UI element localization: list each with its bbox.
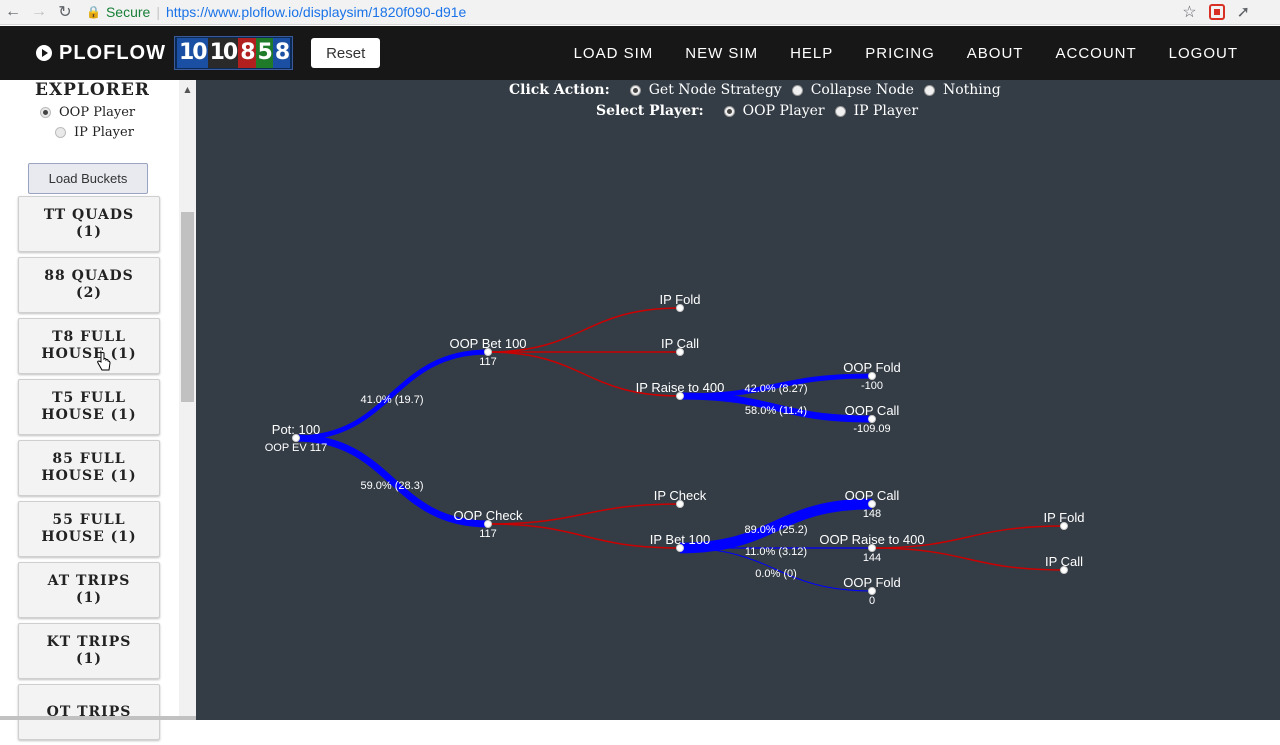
node-label: IP Raise to 400 <box>636 380 725 395</box>
tree-node[interactable]: OOP Fold 0 <box>843 575 901 607</box>
node-label: OOP Check <box>453 508 523 523</box>
menu-load-sim[interactable]: LOAD SIM <box>558 45 670 62</box>
node-value: -100 <box>861 380 883 392</box>
node-value: 117 <box>479 356 497 368</box>
bucket-item[interactable]: T5 FULL HOUSE (1) <box>18 379 160 435</box>
browser-actions: ☆ ➚ <box>1182 2 1250 22</box>
radio-icon[interactable] <box>40 107 51 118</box>
radio-label: OOP Player <box>59 105 136 120</box>
forward-icon[interactable]: → <box>26 0 52 25</box>
edge-frequency-label: 42.0% (8.27) <box>745 383 808 395</box>
bookmark-star-icon[interactable]: ☆ <box>1182 2 1196 22</box>
bucket-item[interactable]: 55 FULL HOUSE (1) <box>18 501 160 557</box>
extension-icon[interactable] <box>1208 4 1225 20</box>
menu-account[interactable]: ACCOUNT <box>1039 45 1152 62</box>
node-label: IP Fold <box>1044 510 1085 525</box>
node-label: OOP Fold <box>843 575 901 590</box>
hand-cursor-icon <box>97 352 111 371</box>
menu-pricing[interactable]: PRICING <box>849 45 951 62</box>
board-card: 10 <box>207 38 239 68</box>
bucket-item[interactable]: AT TRIPS (1) <box>18 562 160 618</box>
node-label: OOP Bet 100 <box>449 336 526 351</box>
tree-viewer: Click Action: Get Node Strategy Collapse… <box>196 80 1280 720</box>
board-card: 10 <box>176 38 208 68</box>
menu-help[interactable]: HELP <box>774 45 849 62</box>
board-card: 8 <box>272 38 290 68</box>
bucket-item[interactable]: TT QUADS (1) <box>18 196 160 252</box>
menu-logout[interactable]: LOGOUT <box>1153 45 1254 62</box>
lock-icon: 🔒 <box>86 5 101 19</box>
node-label: Pot: 100 <box>272 422 320 437</box>
main-menu: LOAD SIM NEW SIM HELP PRICING ABOUT ACCO… <box>558 45 1254 62</box>
bucket-item[interactable]: 85 FULL HOUSE (1) <box>18 440 160 496</box>
node-label: IP Call <box>661 336 699 351</box>
logo-text: PLOFLOW <box>59 41 166 64</box>
ploflow-logo[interactable]: PLOFLOW <box>36 42 166 65</box>
node-value: 0 <box>869 595 875 607</box>
address-separator: | <box>156 4 160 20</box>
explorer-sidebar: EXPLORER OOP Player IP Player Load Bucke… <box>0 80 428 740</box>
sidebar-player-ip[interactable]: IP Player <box>55 125 134 140</box>
secure-label: Secure <box>105 4 151 20</box>
node-value: OOP EV 117 <box>265 442 328 454</box>
extension-arrow-icon[interactable]: ➚ <box>1237 2 1250 22</box>
menu-about[interactable]: ABOUT <box>951 45 1040 62</box>
menu-new-sim[interactable]: NEW SIM <box>669 45 774 62</box>
explorer-title: EXPLORER <box>35 80 150 100</box>
browser-toolbar: ← → ↻ 🔒 Secure | https://www.ploflow.io/… <box>0 0 1280 25</box>
node-label: OOP Call <box>845 403 900 418</box>
bucket-item[interactable]: KT TRIPS (1) <box>18 623 160 679</box>
url-text: https://www.ploflow.io/displaysim/1820f0… <box>165 4 467 20</box>
radio-label: IP Player <box>74 125 134 140</box>
node-value: 117 <box>479 528 497 540</box>
edge-frequency-label: 59.0% (28.3) <box>361 480 424 492</box>
sidebar-scrollbar[interactable]: ▲ <box>179 80 196 720</box>
bucket-item[interactable]: QT TRIPS <box>18 684 160 740</box>
edge-frequency-label: 41.0% (19.7) <box>361 394 424 406</box>
tree-edge <box>871 547 1065 571</box>
board-card: 5 <box>255 38 273 68</box>
bucket-item[interactable]: T8 FULL HOUSE (1) <box>18 318 160 374</box>
node-value: -109.09 <box>853 423 890 435</box>
node-label: IP Bet 100 <box>650 532 710 547</box>
reload-icon[interactable]: ↻ <box>52 0 78 25</box>
node-label: IP Call <box>1045 554 1083 569</box>
bucket-item[interactable]: 88 QUADS (2) <box>18 257 160 313</box>
edge-frequency-label: 0.0% (0) <box>755 568 797 580</box>
node-label: IP Check <box>654 488 707 503</box>
edge-frequency-label: 89.0% (25.2) <box>745 524 808 536</box>
bucket-list: TT QUADS (1) 88 QUADS (2) T8 FULL HOUSE … <box>18 196 162 745</box>
game-tree: 41.0% (19.7) 59.0% (28.3) 42.0% (8.27) 58.0… <box>265 292 1085 607</box>
radio-icon[interactable] <box>55 127 66 138</box>
edge-frequency-label: 58.0% (11.4) <box>745 405 807 417</box>
node-value: 144 <box>863 552 881 564</box>
load-buckets-button[interactable]: Load Buckets <box>28 163 148 194</box>
node-label: OOP Call <box>845 488 900 503</box>
sidebar-player-oop[interactable]: OOP Player <box>40 105 135 120</box>
node-value: 148 <box>863 508 881 520</box>
reset-button[interactable]: Reset <box>311 38 381 68</box>
board-cards: 10 10 8 5 8 <box>173 36 294 70</box>
address-bar[interactable]: 🔒 Secure | https://www.ploflow.io/displa… <box>86 0 1182 25</box>
scroll-up-icon[interactable]: ▲ <box>179 82 196 96</box>
node-label: OOP Fold <box>843 360 901 375</box>
edge-frequency-label: 11.0% (3.12) <box>745 546 807 558</box>
back-icon[interactable]: ← <box>0 0 26 25</box>
scroll-thumb[interactable] <box>181 212 194 402</box>
node-label: OOP Raise to 400 <box>819 532 924 547</box>
play-logo-icon <box>36 45 52 61</box>
board-card: 8 <box>238 38 256 68</box>
node-label: IP Fold <box>660 292 701 307</box>
app-header: PLOFLOW 10 10 8 5 8 Reset LOAD SIM NEW S… <box>0 26 1280 80</box>
